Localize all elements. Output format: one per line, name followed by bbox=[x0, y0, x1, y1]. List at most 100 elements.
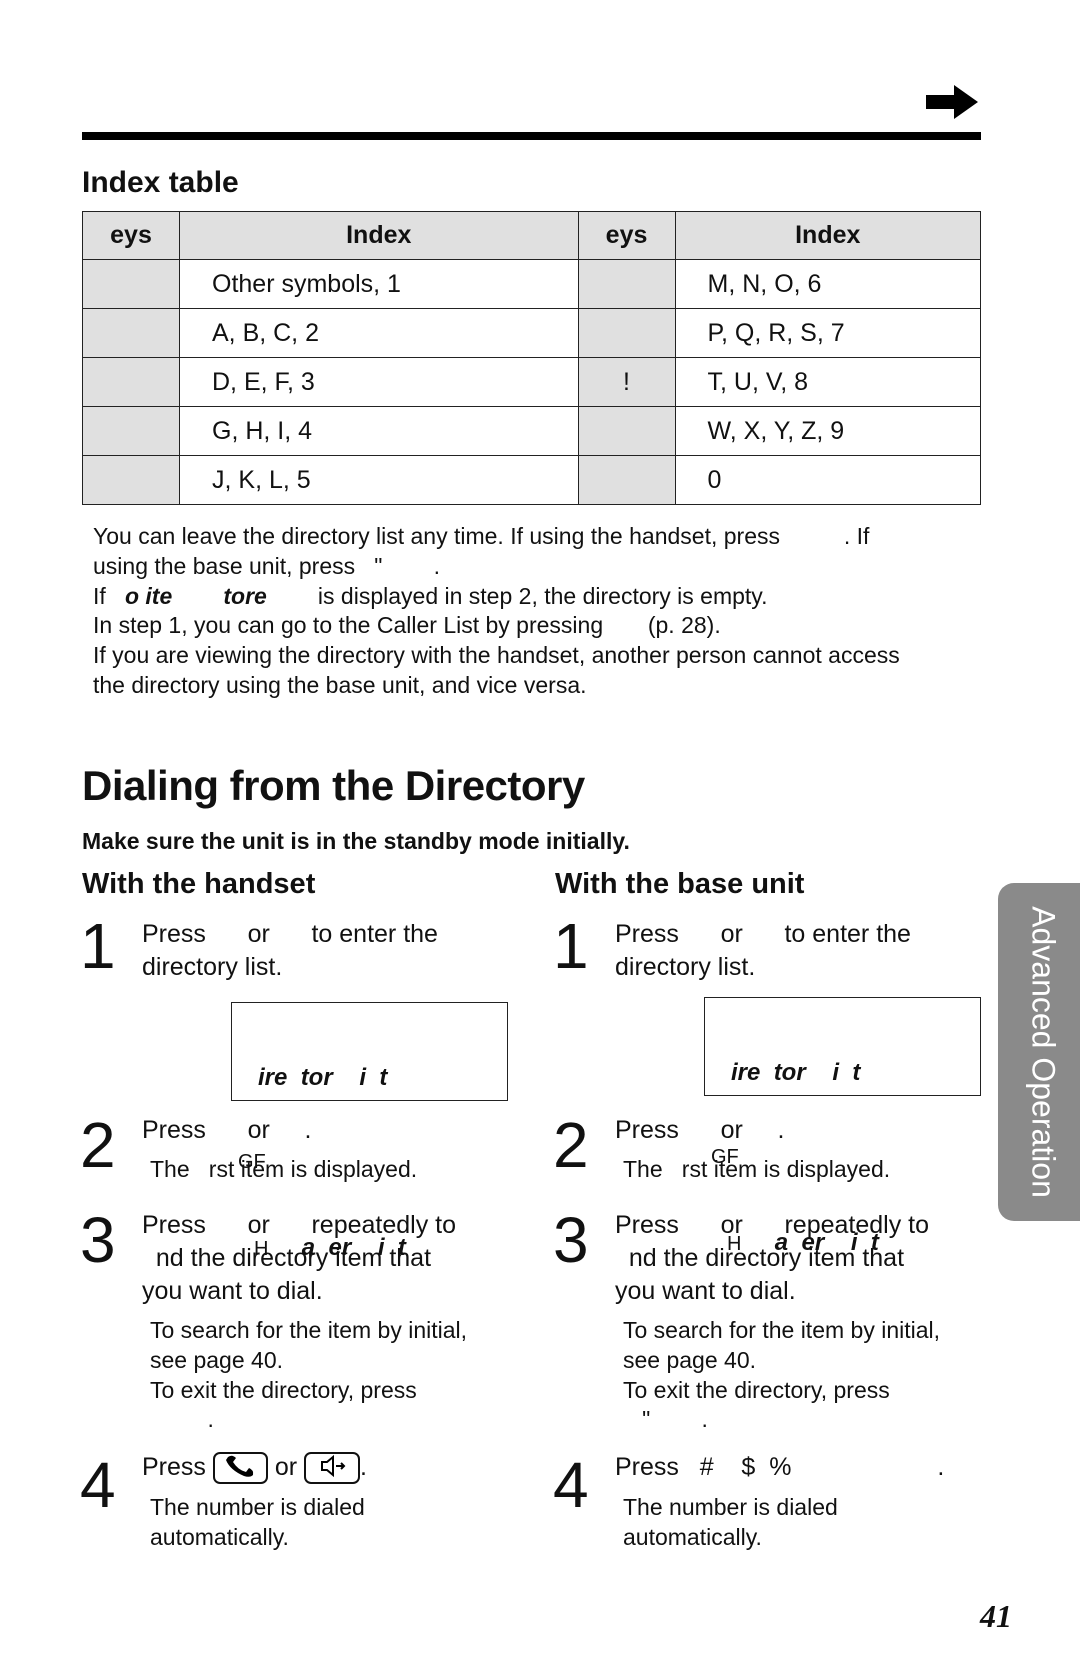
key-cell bbox=[82, 259, 180, 309]
index-cell: Other symbols, 1 bbox=[179, 259, 579, 309]
step-word: Press bbox=[142, 1453, 206, 1481]
table-row: J, K, L, 5 0 bbox=[82, 455, 982, 505]
step4-text: Press # $ % . bbox=[615, 1453, 945, 1481]
note-line: If o ite tore is displayed in step 2, th… bbox=[93, 582, 900, 612]
index-cell: M, N, O, 6 bbox=[674, 259, 982, 309]
sub-line: automatically. bbox=[623, 1523, 762, 1550]
key-cell bbox=[577, 406, 676, 456]
sub-line: To search for the item by initial, bbox=[150, 1317, 468, 1343]
step1-text: Press or to enter the directory list. bbox=[615, 918, 911, 984]
step3-text: Press or repeatedly to nd the directory … bbox=[142, 1209, 456, 1308]
sub-line: To search for the item by initial, bbox=[623, 1317, 941, 1343]
step-line: directory list. bbox=[615, 953, 756, 981]
handset-heading: With the handset bbox=[82, 868, 316, 900]
key-cell bbox=[82, 406, 180, 456]
index-cell: D, E, F, 3 bbox=[179, 357, 579, 407]
sub-line: see page 40. bbox=[623, 1346, 757, 1373]
step2-text: Press or . bbox=[615, 1116, 785, 1144]
table-row: Other symbols, 1 M, N, O, 6 bbox=[82, 259, 982, 309]
step-line: Press or to enter the bbox=[142, 920, 438, 948]
index-cell: P, Q, R, S, 7 bbox=[674, 308, 982, 358]
lcd-display: ire tor i t GF H a er i t bbox=[704, 997, 981, 1256]
key-cell bbox=[577, 259, 676, 309]
step-number: 1 bbox=[553, 910, 589, 982]
step4-text: Press or . bbox=[142, 1451, 367, 1485]
step-line: Press or repeatedly to bbox=[142, 1211, 457, 1239]
step4-sub: The number is dialed automatically. bbox=[623, 1493, 838, 1553]
col-header: Index bbox=[674, 211, 982, 260]
sub-line: see page 40. bbox=[150, 1346, 284, 1373]
index-cell: 0 bbox=[674, 455, 982, 505]
note-line: using the base unit, press " . bbox=[93, 552, 440, 579]
side-tab-label: Advanced Operation bbox=[1025, 906, 1062, 1198]
section-title: Dialing from the Directory bbox=[82, 762, 585, 809]
talk-button-icon bbox=[212, 1452, 268, 1485]
note-line: If you are viewing the directory with th… bbox=[93, 642, 900, 669]
base-heading: With the base unit bbox=[555, 868, 805, 900]
step3-sub: To search for the item by initial, see pa… bbox=[623, 1316, 940, 1435]
display-message: o ite tore bbox=[124, 582, 267, 609]
section-subtitle: Make sure the unit is in the standby mod… bbox=[82, 828, 630, 854]
key-cell bbox=[82, 455, 180, 505]
step3-sub: To search for the item by initial, see pa… bbox=[150, 1316, 467, 1435]
key-cell bbox=[577, 308, 676, 358]
step-line: you want to dial. bbox=[615, 1277, 796, 1305]
right-arrow-icon bbox=[926, 85, 978, 119]
index-table: eys Index eys Index Other symbols, 1 M, N… bbox=[82, 211, 982, 505]
sub-line: . bbox=[150, 1406, 214, 1433]
col-header: Index bbox=[179, 211, 579, 260]
step2-text: Press or . bbox=[142, 1116, 312, 1144]
index-cell: T, U, V, 8 bbox=[674, 357, 982, 407]
step-word: or bbox=[274, 1453, 298, 1481]
table-row: G, H, I, 4 W, X, Y, Z, 9 bbox=[82, 406, 982, 456]
step2-sub: The rst item is displayed. bbox=[150, 1156, 418, 1182]
index-cell: G, H, I, 4 bbox=[179, 406, 579, 456]
lcd-line: ire tor i t bbox=[258, 1064, 388, 1091]
note-line: In step 1, you can go to the Caller List… bbox=[93, 612, 721, 639]
col-header: eys bbox=[82, 211, 180, 260]
step-number: 1 bbox=[80, 910, 116, 982]
step-line: Press or repeatedly to bbox=[615, 1211, 930, 1239]
lcd-line: ire tor i t bbox=[731, 1059, 861, 1086]
step-number: 4 bbox=[553, 1449, 589, 1521]
lcd-display: ire tor i t GF H a er i t bbox=[231, 1002, 508, 1261]
note-line: You can leave the directory list any tim… bbox=[93, 523, 870, 549]
note-text: If bbox=[93, 582, 125, 609]
sub-line: To exit the directory, press bbox=[623, 1376, 890, 1403]
key-cell bbox=[82, 357, 180, 407]
note-line: the directory using the base unit, and v… bbox=[93, 671, 587, 698]
table-row: A, B, C, 2 P, Q, R, S, 7 bbox=[82, 308, 982, 358]
step-number: 2 bbox=[553, 1109, 589, 1181]
page-number: 41 bbox=[980, 1598, 1012, 1634]
step-line: directory list. bbox=[142, 953, 283, 981]
step-line: nd the directory item that bbox=[615, 1244, 905, 1272]
index-table-title: Index table bbox=[82, 166, 239, 199]
step-number: 4 bbox=[80, 1449, 116, 1521]
note-text: is displayed in step 2, the directory is… bbox=[266, 582, 768, 609]
index-cell: W, X, Y, Z, 9 bbox=[674, 406, 982, 456]
table-row: D, E, F, 3! T, U, V, 8 bbox=[82, 357, 982, 407]
sub-line: " . bbox=[623, 1406, 708, 1433]
sub-line: To exit the directory, press bbox=[150, 1376, 417, 1403]
step-number: 3 bbox=[553, 1204, 589, 1276]
step1-text: Press or to enter the directory list. bbox=[142, 918, 438, 984]
notes: You can leave the directory list any tim… bbox=[93, 522, 900, 701]
step-word: . bbox=[360, 1453, 367, 1481]
key-cell bbox=[82, 308, 180, 358]
index-cell: A, B, C, 2 bbox=[179, 308, 579, 358]
key-cell: ! bbox=[577, 357, 676, 407]
step-number: 3 bbox=[80, 1204, 116, 1276]
speakerphone-button-icon bbox=[304, 1452, 360, 1485]
sub-line: The number is dialed bbox=[150, 1494, 365, 1520]
step2-sub: The rst item is displayed. bbox=[623, 1156, 891, 1182]
step-number: 2 bbox=[80, 1109, 116, 1181]
step4-sub: The number is dialed automatically. bbox=[150, 1493, 365, 1553]
sub-line: automatically. bbox=[150, 1523, 289, 1550]
step-line: you want to dial. bbox=[142, 1277, 323, 1305]
step-line: nd the directory item that bbox=[142, 1244, 432, 1272]
col-header: eys bbox=[577, 211, 676, 260]
side-tab: Advanced Operation bbox=[998, 883, 1080, 1221]
header-rule bbox=[82, 132, 981, 140]
step3-text: Press or repeatedly to nd the directory … bbox=[615, 1209, 929, 1308]
index-cell: J, K, L, 5 bbox=[179, 455, 579, 505]
